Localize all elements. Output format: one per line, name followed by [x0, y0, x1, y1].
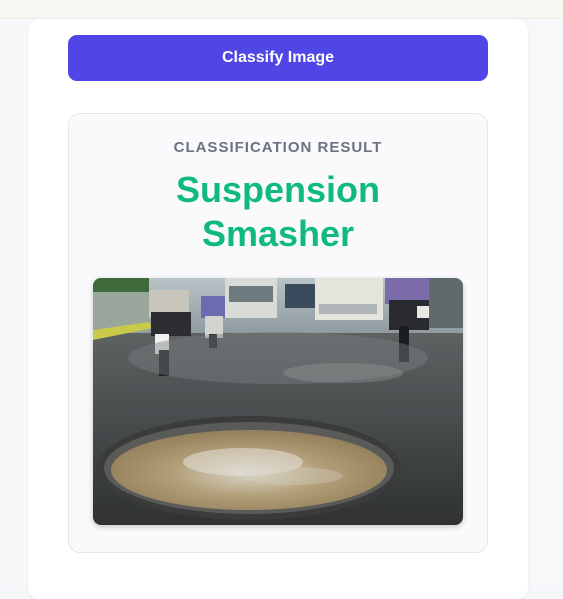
result-name-line-1: Suspension — [175, 169, 381, 210]
classification-result-heading: CLASSIFICATION RESULT — [173, 139, 383, 156]
result-name-line-2: Smasher — [201, 213, 355, 254]
page-left-gutter — [0, 19, 28, 589]
page-right-gutter — [528, 19, 563, 589]
browser-top-strip — [0, 0, 563, 19]
main-card: Classify Image CLASSIFICATION RESULT Sus… — [28, 19, 528, 599]
classification-result-panel: CLASSIFICATION RESULT Suspension Smasher — [68, 113, 488, 553]
classification-result-name: Suspension Smasher — [69, 168, 487, 256]
classified-road-photo — [93, 278, 463, 525]
classify-image-button[interactable]: Classify Image — [68, 35, 488, 81]
